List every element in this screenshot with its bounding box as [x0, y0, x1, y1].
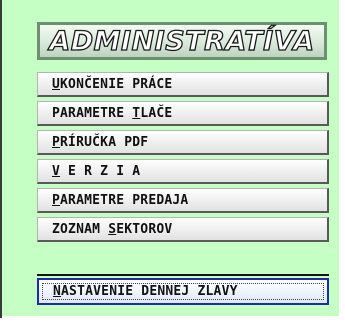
- menu-item-label: NASTAVENIE DENNEJ ZLAVY: [53, 284, 238, 299]
- menu-separator: [37, 274, 329, 276]
- menu-item-label: PRÍRUČKA PDF: [52, 134, 149, 150]
- menu-item-verzia[interactable]: V E R Z I A: [37, 159, 329, 184]
- panel-left-edge: [0, 0, 2, 318]
- panel-title: ADMINISTRATÍVA: [49, 25, 315, 57]
- menu-item-nastavenie-dennej-zlavy[interactable]: NASTAVENIE DENNEJ ZLAVY: [37, 278, 329, 305]
- hotkey-letter: N: [53, 284, 62, 299]
- menu-item-ukoncenie-prace[interactable]: UKONČENIE PRÁCE: [37, 72, 329, 97]
- administration-panel: ADMINISTRATÍVA UKONČENIE PRÁCE PARAMETRE…: [0, 0, 341, 318]
- hotkey-letter: V: [52, 163, 61, 179]
- menu-item-label: V E R Z I A: [52, 163, 141, 179]
- hotkey-letter: P: [52, 192, 61, 208]
- panel-header: ADMINISTRATÍVA: [37, 22, 327, 60]
- menu-list: UKONČENIE PRÁCE PARAMETRE TLAČE PRÍRUČKA…: [37, 72, 329, 246]
- hotkey-letter: S: [108, 221, 117, 237]
- menu-item-zoznam-sektorov[interactable]: ZOZNAM SEKTOROV: [37, 217, 329, 242]
- menu-item-parametre-tlace[interactable]: PARAMETRE TLAČE: [37, 101, 329, 126]
- menu-item-label: PARAMETRE PREDAJA: [52, 192, 189, 208]
- menu-item-label: UKONČENIE PRÁCE: [52, 76, 173, 92]
- hotkey-letter: U: [52, 76, 61, 92]
- menu-item-parametre-predaja[interactable]: PARAMETRE PREDAJA: [37, 188, 329, 213]
- menu-item-label: PARAMETRE TLAČE: [52, 105, 173, 121]
- menu-item-prirucka-pdf[interactable]: PRÍRUČKA PDF: [37, 130, 329, 155]
- menu-list-active: NASTAVENIE DENNEJ ZLAVY: [37, 278, 329, 309]
- hotkey-letter: P: [52, 134, 61, 150]
- menu-item-label: ZOZNAM SEKTOROV: [52, 221, 173, 237]
